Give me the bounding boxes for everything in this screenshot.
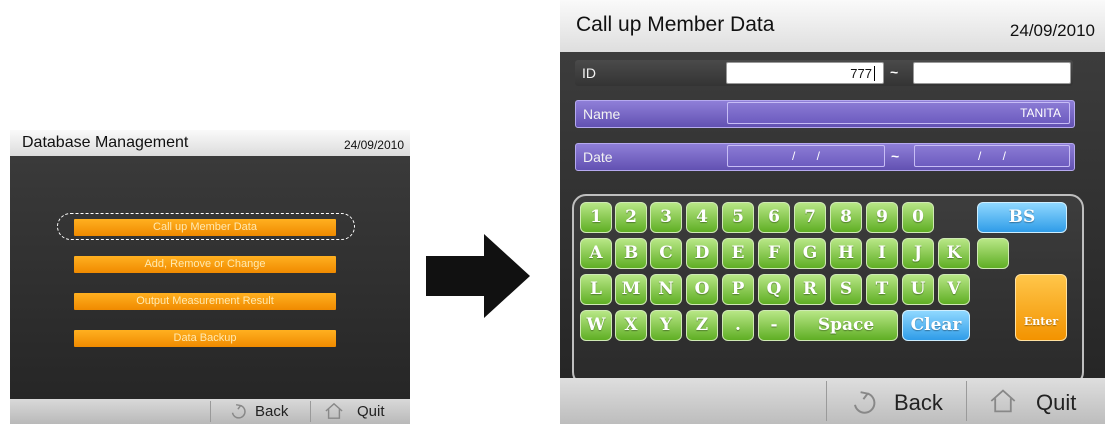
key-6[interactable]: 6	[758, 202, 790, 233]
space-key[interactable]: Space	[794, 310, 898, 341]
date-label: Date	[583, 149, 613, 165]
key-m[interactable]: M	[615, 274, 647, 305]
backspace-key[interactable]: BS	[977, 202, 1067, 233]
right-arrow-icon	[426, 234, 530, 318]
home-icon	[990, 389, 1016, 413]
key-y[interactable]: Y	[650, 310, 682, 341]
output-measurement-result-button[interactable]: Output Measurement Result	[74, 293, 336, 310]
key-5[interactable]: 5	[722, 202, 754, 233]
date-to-input[interactable]: / /	[914, 145, 1070, 167]
key-l[interactable]: L	[580, 274, 612, 305]
key-o[interactable]: O	[686, 274, 718, 305]
blank-key[interactable]	[977, 238, 1009, 269]
date-from-input[interactable]: / /	[727, 145, 885, 167]
date-range-separator: ~	[891, 148, 900, 164]
call-up-member-data-screen: Call up Member Data 24/09/2010 ID 777 ~ …	[560, 0, 1105, 424]
screen-title: Database Management	[22, 134, 189, 151]
key-a[interactable]: A	[580, 238, 612, 269]
add-remove-change-button[interactable]: Add, Remove or Change	[74, 256, 336, 273]
key-9[interactable]: 9	[866, 202, 898, 233]
quit-button[interactable]: Quit	[310, 399, 410, 424]
on-screen-keyboard: 1 2 3 4 5 6 7 8 9 0 BS A B C D E F G H I…	[572, 194, 1084, 386]
key-r[interactable]: R	[794, 274, 826, 305]
key-n[interactable]: N	[650, 274, 682, 305]
home-icon	[325, 402, 343, 419]
name-label: Name	[583, 106, 621, 122]
key-2[interactable]: 2	[615, 202, 647, 233]
key-3[interactable]: 3	[650, 202, 682, 233]
quit-label: Quit	[357, 403, 385, 420]
id-from-input[interactable]: 777	[726, 62, 884, 84]
id-range-separator: ~	[890, 64, 899, 80]
key-4[interactable]: 4	[686, 202, 718, 233]
id-to-input[interactable]	[913, 62, 1071, 84]
key-d[interactable]: D	[686, 238, 718, 269]
key-g[interactable]: G	[794, 238, 826, 269]
key-u[interactable]: U	[902, 274, 934, 305]
key-0[interactable]: 0	[902, 202, 934, 233]
back-arrow-icon	[231, 403, 246, 419]
key-j[interactable]: J	[902, 238, 934, 269]
header-bar: Database Management 24/09/2010	[10, 130, 410, 156]
id-label: ID	[582, 65, 596, 81]
back-button[interactable]: Back	[826, 378, 966, 424]
call-up-member-data-button[interactable]: Call up Member Data	[74, 219, 336, 236]
menu-area: Call up Member Data Add, Remove or Chang…	[10, 156, 410, 399]
id-row: ID 777 ~	[575, 60, 1073, 86]
key-i[interactable]: I	[866, 238, 898, 269]
header-date: 24/09/2010	[1009, 21, 1095, 40]
footer-bar: Back Quit	[10, 399, 410, 424]
key-8[interactable]: 8	[830, 202, 862, 233]
key-period[interactable]: .	[722, 310, 754, 341]
key-x[interactable]: X	[615, 310, 647, 341]
name-input[interactable]: TANITA	[727, 102, 1070, 124]
date-row: Date / / ~ / /	[575, 143, 1075, 171]
enter-key[interactable]: Enter	[1015, 274, 1067, 341]
back-arrow-icon	[854, 391, 876, 414]
key-f[interactable]: F	[758, 238, 790, 269]
clear-key[interactable]: Clear	[902, 310, 970, 341]
database-management-screen: Database Management 24/09/2010 Call up M…	[10, 130, 410, 424]
key-7[interactable]: 7	[794, 202, 826, 233]
header-bar: Call up Member Data 24/09/2010	[560, 0, 1105, 52]
name-row: Name TANITA	[575, 100, 1075, 128]
key-v[interactable]: V	[938, 274, 970, 305]
key-p[interactable]: P	[722, 274, 754, 305]
key-t[interactable]: T	[866, 274, 898, 305]
back-label: Back	[894, 390, 943, 415]
key-h[interactable]: H	[830, 238, 862, 269]
quit-label: Quit	[1036, 390, 1077, 415]
key-c[interactable]: C	[650, 238, 682, 269]
header-date: 24/09/2010	[343, 138, 404, 152]
key-k[interactable]: K	[938, 238, 970, 269]
key-hyphen[interactable]: -	[758, 310, 790, 341]
id-from-value: 777	[850, 66, 872, 81]
key-z[interactable]: Z	[686, 310, 718, 341]
key-1[interactable]: 1	[580, 202, 612, 233]
screen-title: Call up Member Data	[576, 13, 775, 36]
data-backup-button[interactable]: Data Backup	[74, 330, 336, 347]
key-b[interactable]: B	[615, 238, 647, 269]
key-q[interactable]: Q	[758, 274, 790, 305]
back-button[interactable]: Back	[210, 399, 310, 424]
key-w[interactable]: W	[580, 310, 612, 341]
key-s[interactable]: S	[830, 274, 862, 305]
footer-bar: Back Quit	[560, 378, 1105, 424]
quit-button[interactable]: Quit	[966, 378, 1105, 424]
back-label: Back	[255, 403, 289, 420]
key-e[interactable]: E	[722, 238, 754, 269]
